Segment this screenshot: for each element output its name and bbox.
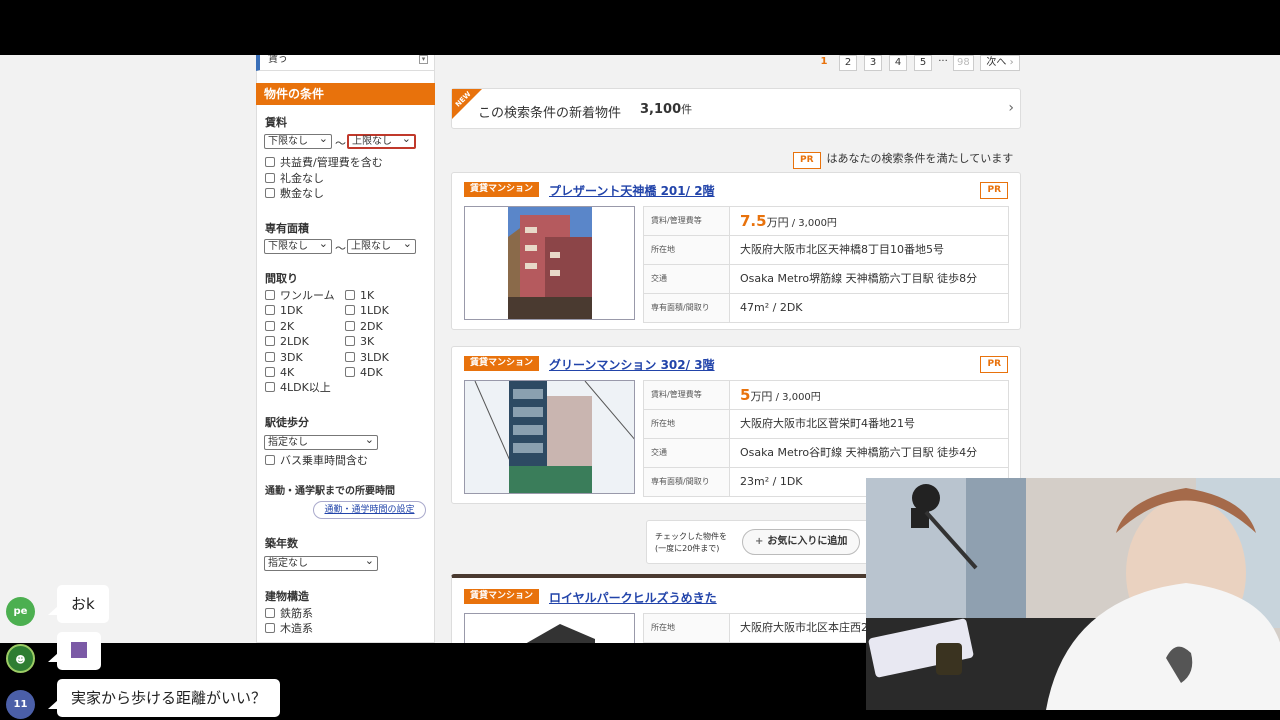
rent-value: 7.5万円 / 3,000円 (740, 212, 837, 230)
checkbox-layout[interactable]: 3DK (265, 352, 303, 364)
pr-badge: PR (980, 356, 1008, 373)
listing-title-link[interactable]: グリーンマンション 302/ 3階 (549, 356, 715, 373)
checkbox-layout[interactable]: 2K (265, 321, 294, 333)
next-page-button[interactable]: 次へ › (980, 55, 1020, 71)
check-instruction: チェックした物件を (一度に20件まで) (655, 532, 727, 553)
expand-icon[interactable]: ▾ (419, 55, 428, 64)
listing-type-tag: 賃貸マンション (464, 356, 540, 371)
checkbox-no-deposit[interactable]: 敷金なし (265, 188, 324, 200)
page-5[interactable]: 5 (914, 55, 932, 71)
checkbox-layout[interactable]: 4DK (345, 367, 383, 379)
checkbox-no-key-money[interactable]: 礼金なし (265, 173, 324, 185)
access-value: Osaka Metro堺筋線 天神橋筋六丁目駅 徒歩8分 (740, 272, 978, 285)
checkbox-structure[interactable]: 木造系 (265, 623, 313, 635)
checkbox-layout[interactable]: 2LDK (265, 336, 309, 348)
address-label: 所在地 (644, 614, 730, 642)
page-4[interactable]: 4 (889, 55, 907, 71)
address-value: 大阪府大阪市北区天神橋8丁目10番地5号 (740, 243, 944, 256)
plus-icon: + (755, 536, 764, 547)
chat-message: 実家から歩ける距離がいい？ (47, 679, 281, 717)
check-action-bar: チェックした物件を (一度に20件まで) + お気に入りに追加 (646, 520, 871, 564)
area-max-select[interactable]: 上限なし (347, 237, 416, 254)
checkbox-layout[interactable]: 2DK (345, 321, 383, 333)
listing-title-link[interactable]: ロイヤルパークヒルズうめきた (549, 589, 717, 606)
checkbox-include-fees[interactable]: 共益費/管理費を含む (265, 157, 383, 169)
address-value: 大阪府大阪市北区菅栄町4番地21号 (740, 417, 915, 430)
listing-info-table: 賃料/管理費等 7.5万円 / 3,000円 所在地 大阪府大阪市北区天神橋8丁目1… (643, 206, 1009, 323)
add-favorite-button[interactable]: + お気に入りに追加 (742, 529, 860, 555)
size-value: 47m² / 2DK (740, 301, 803, 314)
checkbox-structure[interactable]: 鉄筋系 (265, 608, 313, 620)
chat-message: おk (48, 585, 109, 623)
sidebar-top-label: 賃う (268, 55, 288, 65)
checkbox-layout[interactable]: 4K (265, 367, 294, 379)
address-label: 所在地 (644, 236, 730, 264)
pr-note: PR はあなたの検索条件を満たしています (793, 150, 1013, 169)
rent-label: 賃料/管理費等 (644, 207, 730, 235)
chat-avatar: pe (6, 597, 35, 626)
area-range-sep: 〜 (335, 242, 346, 255)
rent-value: 5万円 / 3,000円 (740, 386, 821, 404)
listing-title-link[interactable]: プレザーント天神橋 201/ 2階 (549, 182, 715, 199)
emote-icon (71, 642, 87, 658)
walk-label: 駅徒歩分 (265, 416, 309, 429)
chat-avatar: 11 (6, 690, 35, 719)
checkbox-layout[interactable]: 4LDK以上 (265, 382, 331, 394)
commute-label: 通勤・通学駅までの所要時間 (265, 486, 395, 497)
access-label: 交通 (644, 265, 730, 293)
area-label: 専有面積 (265, 222, 309, 235)
page-last[interactable]: 98 (953, 55, 974, 71)
layout-label: 間取り (265, 272, 298, 285)
chat-message (48, 632, 101, 670)
rent-range-sep: 〜 (335, 137, 346, 150)
listing-photo[interactable] (464, 206, 635, 320)
chat-avatar: ☻ (6, 644, 35, 673)
new-arrivals-count: 3,100件 (640, 102, 693, 117)
checkbox-layout[interactable]: 3LDK (345, 352, 389, 364)
listing-photo[interactable] (464, 380, 635, 494)
age-label: 築年数 (265, 537, 298, 550)
size-label: 専有面積/間取り (644, 468, 730, 496)
checkbox-layout[interactable]: 1LDK (345, 305, 389, 317)
conditions-header: 物件の条件 (256, 83, 435, 105)
address-label: 所在地 (644, 410, 730, 438)
checkbox-layout[interactable]: 3K (345, 336, 374, 348)
area-min-select[interactable]: 下限なし (264, 237, 332, 254)
checkbox-bus-time[interactable]: バス乗車時間含む (265, 455, 368, 467)
pr-badge: PR (980, 182, 1008, 199)
listing-card: 賃貸マンション プレザーント天神橋 201/ 2階 PR 賃料/管理費等 7.5万… (451, 172, 1021, 330)
sidebar-top-item[interactable]: 賃う ▾ (256, 55, 435, 71)
chevron-right-icon: › (1008, 100, 1014, 116)
page-ellipsis: ··· (938, 56, 948, 67)
checkbox-layout[interactable]: 1K (345, 290, 374, 302)
listing-photo[interactable] (464, 613, 635, 643)
walk-select[interactable]: 指定なし (264, 433, 378, 450)
webcam-overlay (866, 478, 1280, 710)
checkbox-layout[interactable]: 1DK (265, 305, 303, 317)
user-icon: ☻ (15, 655, 26, 666)
access-value: Osaka Metro谷町線 天神橋筋六丁目駅 徒歩4分 (740, 446, 978, 459)
page-3[interactable]: 3 (864, 55, 882, 71)
listing-type-tag: 賃貸マンション (464, 182, 540, 197)
page-1[interactable]: 1 (815, 55, 833, 71)
new-arrivals-text: この検索条件の新着物件 (478, 106, 622, 121)
access-label: 交通 (644, 439, 730, 467)
checkbox-layout[interactable]: ワンルーム (265, 290, 335, 302)
age-select[interactable]: 指定なし (264, 554, 378, 571)
chevron-right-icon: › (1009, 57, 1014, 68)
commute-setting-button[interactable]: 通勤・通学時間の設定 (313, 501, 426, 519)
rent-max-select[interactable]: 上限なし (347, 133, 416, 149)
new-arrivals-banner[interactable]: NEW この検索条件の新着物件 3,100件 › (451, 88, 1021, 129)
page-2[interactable]: 2 (839, 55, 857, 71)
rent-label: 賃料/管理費等 (644, 381, 730, 409)
rent-min-select[interactable]: 下限なし (264, 132, 332, 149)
structure-label: 建物構造 (265, 590, 309, 603)
rent-label: 賃料 (265, 116, 287, 129)
pr-badge: PR (793, 152, 821, 169)
size-label: 専有面積/間取り (644, 294, 730, 322)
listing-type-tag: 賃貸マンション (464, 589, 540, 604)
